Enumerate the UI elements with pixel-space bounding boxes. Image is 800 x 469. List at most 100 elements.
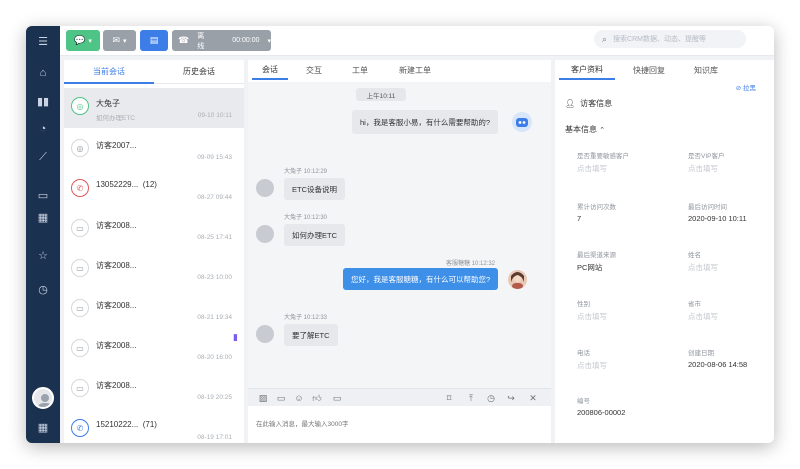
- field-placeholder[interactable]: 点击填写: [577, 163, 607, 174]
- session-time: 08-19 20:25: [197, 394, 232, 401]
- star-icon[interactable]: ☆: [26, 244, 60, 266]
- tab-conversation[interactable]: 会话: [252, 60, 288, 80]
- tab-history-sessions[interactable]: 历史会话: [154, 60, 244, 84]
- call-timer: 00:00:00: [232, 37, 260, 44]
- tab-interaction[interactable]: 交互: [296, 60, 332, 80]
- monitor-icon: ▭: [71, 219, 89, 237]
- pin-top-icon[interactable]: ⤒: [464, 391, 478, 405]
- tab-ticket[interactable]: 工单: [342, 60, 378, 80]
- session-last-message: 如何办理ETC: [96, 115, 135, 122]
- field-placeholder[interactable]: 点击填写: [577, 311, 607, 322]
- phone-icon: ☎: [178, 35, 190, 45]
- tab-quick-reply[interactable]: 快捷回复: [621, 60, 677, 80]
- session-name: 访客2008...: [96, 261, 137, 270]
- tab-knowledge-base[interactable]: 知识库: [681, 60, 731, 80]
- phone-status-label: 离线: [197, 32, 205, 50]
- search-icon: ⌕: [602, 33, 608, 44]
- field-label: 创建日期: [688, 350, 714, 357]
- folder-icon[interactable]: ▭: [274, 391, 288, 405]
- bar-chart-icon[interactable]: ▮▮: [26, 90, 60, 112]
- line-chart-icon[interactable]: ⟋: [26, 146, 60, 168]
- session-name: 13052229... (12): [96, 180, 157, 189]
- session-item[interactable]: ✆ 13052229... (12) 08-27 09:44: [64, 170, 244, 210]
- field-value: 2020-08-06 14:58: [688, 360, 748, 369]
- visitor-avatar: [256, 225, 274, 243]
- tab-customer-profile[interactable]: 客户资料: [559, 60, 615, 80]
- session-item[interactable]: ◎ 访客2007... 09-09 15:43: [64, 130, 244, 170]
- message-meta: 大兔子 10:12:30: [284, 215, 328, 221]
- apps-grid-icon[interactable]: ▦: [26, 416, 60, 438]
- field-label: 编号: [577, 398, 590, 405]
- field-label: 是否重要敏感客户: [577, 153, 629, 160]
- clock-icon[interactable]: ◷: [26, 278, 60, 300]
- message-input[interactable]: [256, 415, 541, 433]
- customer-profile-panel: 客户资料 快捷回复 知识库 ⊘ 拉黑 👤︎ 访客信息 基本信息 ⌃ 是否重要敏感客…: [555, 60, 774, 443]
- block-link[interactable]: ⊘ 拉黑: [736, 82, 756, 92]
- session-item[interactable]: ◎ 大兔子 如何办理ETC 09-10 10:11: [64, 88, 244, 128]
- monitor-icon: ▭: [71, 339, 89, 357]
- basic-info-toggle[interactable]: 基本信息 ⌃: [565, 124, 605, 135]
- session-item[interactable]: ▭ 访客2008... 08-23 10:00: [64, 250, 244, 290]
- field-placeholder[interactable]: 点击填写: [688, 262, 718, 273]
- home-icon[interactable]: ⌂: [26, 62, 60, 84]
- video-icon[interactable]: ▭: [330, 391, 344, 405]
- tab-new-ticket[interactable]: 新建工单: [390, 60, 440, 80]
- visitor-message: 要了解ETC: [284, 324, 338, 346]
- field-label: 是否VIP客户: [688, 153, 725, 160]
- chevron-down-icon: ▾: [267, 37, 271, 45]
- session-item[interactable]: ▮ ▭ 访客2008... 08-20 16:00: [64, 330, 244, 370]
- session-name: 访客2008...: [96, 221, 137, 230]
- message-meta: 大兔子 10:12:33: [284, 315, 328, 321]
- session-name: 访客2008...: [96, 301, 137, 310]
- pie-chart-icon[interactable]: ◔: [26, 118, 60, 140]
- bot-message: hi，我是客服小易，有什么需要帮助的?: [352, 110, 499, 134]
- left-rail: ☰ ⌂ ▮▮ ◔ ⟋ ▭ ▦ ☆ ◷ ▦: [26, 26, 60, 443]
- chat-status-button[interactable]: 💬 ▾: [66, 30, 100, 51]
- compose-toolbar: ▨ ▭ ☺ 👍︎ ▭ ⌑ ⤒ ◷ ↪ ✕: [248, 388, 551, 406]
- field-label: 最后访问时间: [688, 204, 727, 211]
- message-meta: 大兔子 10:12:29: [284, 169, 328, 175]
- search-input[interactable]: ⌕ 搜索CRM数据、动态、提醒等: [594, 30, 746, 48]
- session-time: 08-23 10:00: [197, 274, 232, 281]
- field-placeholder[interactable]: 点击填写: [577, 360, 607, 371]
- monitor-icon[interactable]: ▭: [26, 184, 60, 206]
- session-item[interactable]: ▭ 访客2008... 08-21 19:34: [64, 290, 244, 330]
- menu-icon[interactable]: ☰: [26, 30, 60, 52]
- user-icon: 👤︎: [565, 99, 576, 108]
- close-icon[interactable]: ✕: [526, 391, 540, 405]
- bookmark-icon[interactable]: ⌑: [442, 391, 456, 405]
- visitor-message: ETC设备说明: [284, 178, 345, 200]
- chat-channel-icon: ◎: [71, 97, 89, 115]
- session-name: 访客2007...: [96, 141, 137, 150]
- session-item[interactable]: ▭ 访客2008... 08-25 17:41: [64, 210, 244, 250]
- field-value: 2020-09-10 10:11: [688, 214, 747, 223]
- phone-missed-icon: ✆: [71, 179, 89, 197]
- sessions-panel: 当前会话 历史会话 ◎ 大兔子 如何办理ETC 09-10 10:11 ◎ 访客…: [64, 60, 244, 443]
- monitor-icon: ▭: [71, 379, 89, 397]
- field-placeholder[interactable]: 点击填写: [688, 311, 718, 322]
- phone-icon: ✆: [71, 419, 89, 437]
- chevron-up-icon: ⌃: [599, 127, 606, 134]
- field-label: 姓名: [688, 252, 701, 259]
- field-label: 最后渠道来源: [577, 252, 616, 259]
- monitor-icon: ▭: [71, 259, 89, 277]
- field-value: PC网站: [577, 263, 603, 272]
- emoji-icon[interactable]: ☺: [292, 391, 306, 405]
- phone-status-button[interactable]: ☎ 离线 00:00:00 ▾: [172, 30, 271, 51]
- image-icon[interactable]: ▨: [256, 391, 270, 405]
- clock-icon[interactable]: ◷: [484, 391, 498, 405]
- message-button[interactable]: ▤: [140, 30, 168, 51]
- avatar[interactable]: [32, 387, 54, 409]
- field-placeholder[interactable]: 点击填写: [688, 163, 718, 174]
- tab-current-sessions[interactable]: 当前会话: [64, 60, 154, 84]
- session-item[interactable]: ▭ 访客2008... 08-19 20:25: [64, 370, 244, 410]
- app-window: ☰ ⌂ ▮▮ ◔ ⟋ ▭ ▦ ☆ ◷ ▦ 💬 ▾ ✉ ▾ ▤ ☎ 离线 00:00:…: [26, 26, 774, 443]
- mail-icon: ✉: [112, 35, 121, 45]
- mail-button[interactable]: ✉ ▾: [103, 30, 136, 51]
- document-icon[interactable]: ▦: [26, 206, 60, 228]
- session-item[interactable]: ✆ 15210222... (71) 08-19 17:01: [64, 410, 244, 443]
- visitor-avatar: [256, 325, 274, 343]
- session-time: 08-25 17:41: [197, 234, 232, 241]
- share-icon[interactable]: ↪: [504, 391, 518, 405]
- thumbs-up-icon[interactable]: 👍︎: [310, 391, 324, 405]
